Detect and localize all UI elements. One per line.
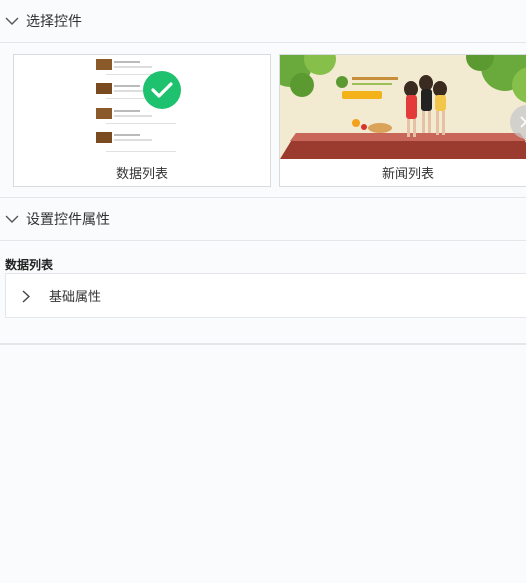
collapse-label: 基础属性 bbox=[49, 290, 102, 305]
section-title: 设置控件属性 bbox=[26, 212, 110, 228]
selected-check-icon bbox=[143, 71, 181, 109]
widget-card-data-list[interactable]: 数据列表 bbox=[13, 54, 271, 187]
basic-props-collapse[interactable]: 基础属性 bbox=[5, 273, 526, 318]
chevron-right-icon bbox=[22, 289, 34, 303]
select-widget-section-header[interactable]: 选择控件 bbox=[0, 0, 526, 43]
panel-divider bbox=[0, 343, 526, 345]
selected-widget-name: 数据列表 bbox=[5, 258, 54, 272]
data-list-preview-image bbox=[14, 55, 270, 159]
news-list-preview-image bbox=[280, 55, 526, 159]
chevron-down-icon bbox=[5, 14, 19, 28]
widget-card-list: 数据列表 新闻列表 bbox=[13, 54, 526, 187]
section-title: 选择控件 bbox=[26, 14, 82, 30]
widget-card-label: 新闻列表 bbox=[381, 167, 434, 182]
widget-card-news-list[interactable]: 新闻列表 bbox=[279, 54, 526, 187]
widget-card-label: 数据列表 bbox=[115, 167, 168, 182]
chevron-down-icon bbox=[5, 212, 19, 226]
widget-props-section-header[interactable]: 设置控件属性 bbox=[0, 198, 526, 241]
